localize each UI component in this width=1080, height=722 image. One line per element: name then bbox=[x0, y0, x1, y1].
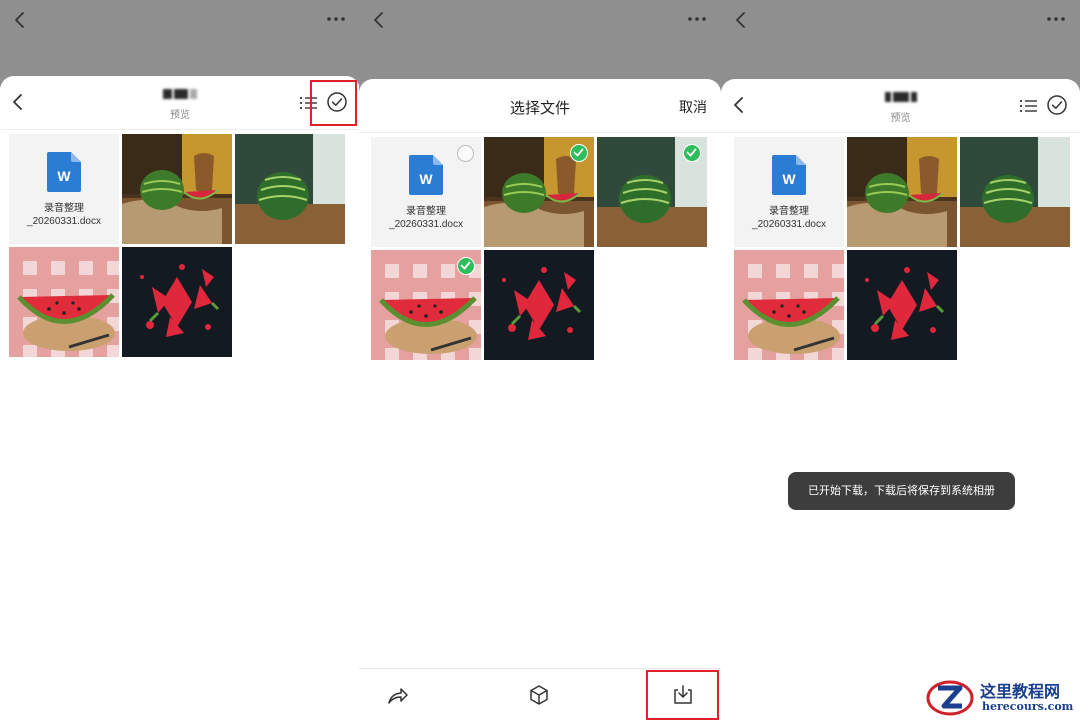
more-icon[interactable] bbox=[322, 8, 350, 30]
photo-tile[interactable] bbox=[122, 247, 232, 357]
watermelon-splash-photo bbox=[847, 250, 957, 360]
photo-tile[interactable] bbox=[484, 250, 594, 360]
more-icon[interactable] bbox=[1042, 8, 1070, 30]
photo-tile[interactable] bbox=[847, 250, 957, 360]
doc-file-name: 录音整理 _20260331.docx bbox=[734, 205, 844, 231]
photo-tile[interactable] bbox=[734, 250, 844, 360]
box-icon[interactable] bbox=[527, 683, 551, 707]
sheet-header: 预览 bbox=[0, 76, 360, 130]
photo-tile[interactable] bbox=[371, 250, 481, 360]
back-icon[interactable] bbox=[367, 8, 389, 30]
doc-file-tile[interactable]: 录音整理 _20260331.docx bbox=[9, 134, 119, 244]
watermelon-on-table-photo bbox=[235, 134, 345, 244]
unselected-circle-icon[interactable] bbox=[457, 145, 474, 162]
list-icon[interactable] bbox=[298, 93, 318, 113]
download-icon[interactable] bbox=[671, 683, 695, 707]
selected-check-icon[interactable] bbox=[457, 257, 475, 275]
file-sheet: 预览 录音整理 _20260331.docx 已开始下载，下载后将保存到系统相册 bbox=[721, 79, 1080, 722]
back-icon[interactable] bbox=[727, 93, 751, 117]
blurred-title bbox=[162, 86, 198, 104]
title-block: 预览 bbox=[100, 86, 260, 121]
site-logo-icon bbox=[926, 680, 974, 716]
photo-tile[interactable] bbox=[235, 134, 345, 244]
bottom-toolbar bbox=[359, 668, 721, 722]
sheet-header: 预览 bbox=[721, 79, 1080, 133]
watermelon-splash-photo bbox=[484, 250, 594, 360]
watermelon-splash-photo bbox=[122, 247, 232, 357]
cancel-button[interactable]: 取消 bbox=[679, 97, 707, 117]
doc-name-line1: 录音整理 bbox=[44, 203, 84, 214]
preview-screen-2: 预览 录音整理 _20260331.docx 已开始下载，下载后将保存到系统相册 bbox=[721, 0, 1080, 722]
watermelon-slice-photo bbox=[9, 247, 119, 357]
back-icon[interactable] bbox=[8, 8, 30, 30]
dimmed-top-bar bbox=[359, 0, 721, 40]
site-watermark: 这里教程网 herecours.com bbox=[926, 676, 1074, 720]
doc-name-line2: _20260331.docx bbox=[27, 216, 101, 227]
sheet-header: 选择文件 取消 bbox=[359, 79, 721, 133]
watermelon-slice-photo bbox=[734, 250, 844, 360]
photo-tile[interactable] bbox=[597, 137, 707, 247]
photo-tile[interactable] bbox=[847, 137, 957, 247]
selected-check-icon[interactable] bbox=[570, 144, 588, 162]
doc-name-line1: 录音整理 bbox=[769, 206, 809, 217]
more-icon[interactable] bbox=[683, 8, 711, 30]
doc-name-line2: _20260331.docx bbox=[752, 219, 826, 230]
title-block: 预览 bbox=[821, 89, 980, 124]
word-doc-icon bbox=[409, 155, 443, 195]
watermelon-still-life-photo bbox=[122, 134, 232, 244]
blurred-title bbox=[884, 89, 918, 107]
check-circle-icon[interactable] bbox=[1046, 94, 1068, 116]
selected-check-icon[interactable] bbox=[683, 144, 701, 162]
dimmed-top-bar bbox=[721, 0, 1080, 40]
back-icon[interactable] bbox=[6, 90, 30, 114]
file-sheet: 预览 录音整理 _20260331.docx bbox=[0, 76, 360, 722]
share-icon[interactable] bbox=[385, 683, 409, 707]
doc-name-line2: _20260331.docx bbox=[389, 219, 463, 230]
doc-file-name: 录音整理 _20260331.docx bbox=[371, 205, 481, 231]
photo-tile[interactable] bbox=[122, 134, 232, 244]
file-sheet: 选择文件 取消 录音整理 _20260331.docx bbox=[359, 79, 721, 722]
dimmed-top-bar bbox=[0, 0, 360, 40]
select-files-screen: 选择文件 取消 录音整理 _20260331.docx bbox=[359, 0, 721, 722]
back-icon[interactable] bbox=[729, 8, 751, 30]
photo-tile[interactable] bbox=[9, 247, 119, 357]
watermark-title: 这里教程网 bbox=[980, 682, 1061, 701]
check-circle-icon[interactable] bbox=[326, 91, 348, 113]
preview-screen-1: 预览 录音整理 _20260331.docx bbox=[0, 0, 360, 722]
word-doc-icon bbox=[772, 155, 806, 195]
doc-name-line1: 录音整理 bbox=[406, 206, 446, 217]
doc-file-tile[interactable]: 录音整理 _20260331.docx bbox=[734, 137, 844, 247]
photo-tile[interactable] bbox=[484, 137, 594, 247]
download-toast: 已开始下载，下载后将保存到系统相册 bbox=[788, 472, 1015, 510]
doc-file-name: 录音整理 _20260331.docx bbox=[9, 202, 119, 228]
list-icon[interactable] bbox=[1018, 96, 1038, 116]
watermelon-on-table-photo bbox=[960, 137, 1070, 247]
preview-subtitle: 预览 bbox=[170, 110, 190, 122]
preview-subtitle: 预览 bbox=[890, 113, 911, 125]
photo-tile[interactable] bbox=[960, 137, 1070, 247]
watermark-url: herecours.com bbox=[982, 700, 1074, 713]
select-files-title: 选择文件 bbox=[509, 100, 570, 117]
word-doc-icon bbox=[47, 152, 81, 192]
watermelon-still-life-photo bbox=[847, 137, 957, 247]
doc-file-tile[interactable]: 录音整理 _20260331.docx bbox=[371, 137, 481, 247]
